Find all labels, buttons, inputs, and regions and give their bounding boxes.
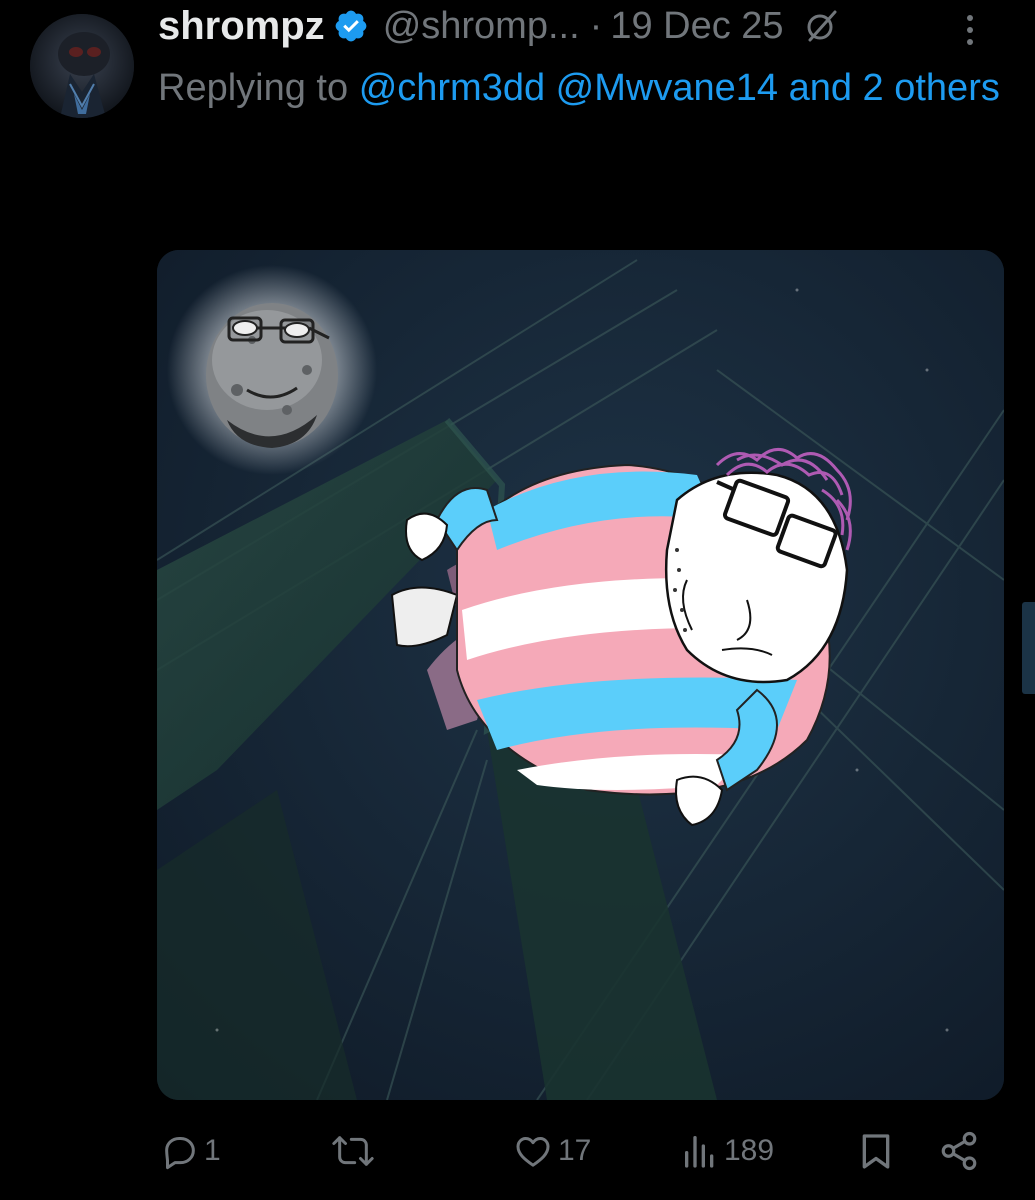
post-header: shrompz @shromp... · 19 Dec 25	[158, 2, 1018, 50]
like-button[interactable]: 17	[512, 1126, 591, 1176]
author-display-name[interactable]: shrompz	[158, 4, 325, 49]
share-button[interactable]	[938, 1126, 980, 1176]
avatar-image	[30, 14, 134, 118]
mention-link[interactable]: @Mwvane14	[556, 67, 778, 109]
reply-button[interactable]: 1	[160, 1126, 221, 1176]
like-count: 17	[558, 1134, 592, 1167]
more-options-icon[interactable]	[955, 10, 985, 50]
post-media[interactable]	[157, 250, 1004, 1100]
repost-button[interactable]	[330, 1126, 380, 1176]
author-avatar[interactable]	[30, 14, 134, 118]
mention-link[interactable]: @chrm3dd	[359, 67, 545, 109]
verified-badge-icon[interactable]	[333, 8, 369, 44]
grok-icon[interactable]	[804, 8, 840, 44]
repost-icon	[330, 1131, 376, 1171]
bookmark-icon	[856, 1130, 896, 1172]
meta-separator: ·	[589, 4, 603, 47]
replying-to-label: Replying to	[158, 67, 349, 109]
views-icon	[680, 1131, 720, 1171]
author-handle[interactable]: @shromp...	[383, 5, 580, 48]
meme-image	[157, 250, 1004, 1100]
side-scroll-handle[interactable]	[1022, 602, 1035, 694]
replying-to: Replying to @chrm3dd @Mwvane14 and 2 oth…	[158, 60, 1018, 116]
share-icon	[938, 1130, 980, 1172]
views-count: 189	[724, 1134, 775, 1167]
reply-icon	[160, 1131, 200, 1171]
views-button[interactable]: 189	[680, 1126, 774, 1176]
bookmark-button[interactable]	[856, 1126, 896, 1176]
reply-count: 1	[204, 1134, 221, 1167]
post-date[interactable]: 19 Dec 25	[610, 5, 783, 48]
like-icon	[512, 1131, 554, 1171]
others-link[interactable]: and 2 others	[789, 67, 1000, 109]
